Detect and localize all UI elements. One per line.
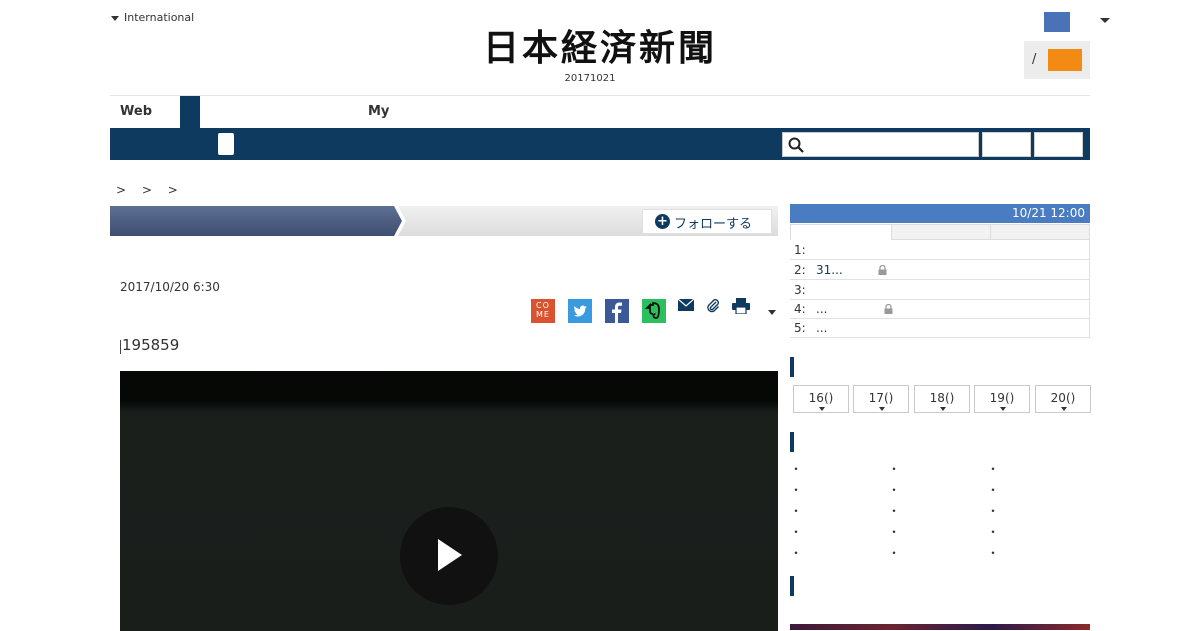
ranking-title[interactable]: ... [816, 321, 827, 335]
ranking-updated-time: 10/21 12:00 [1012, 206, 1085, 220]
lock-icon [884, 304, 893, 314]
register-button[interactable] [1048, 49, 1082, 71]
list-item[interactable]: ・ [888, 502, 900, 519]
ranking-title[interactable]: 31... [816, 263, 843, 277]
ranking-row[interactable]: 5: ... [790, 318, 1090, 338]
caret-down-icon [1000, 407, 1006, 411]
edition-date: 20171021 [564, 73, 616, 84]
ranking-number: 4: [794, 302, 806, 316]
come-icon[interactable]: COME [531, 299, 555, 323]
list-item[interactable]: ・ [790, 502, 802, 519]
clip-icon[interactable] [706, 298, 720, 314]
tab-active-indicator[interactable] [180, 96, 200, 128]
ranking-number: 5: [794, 321, 806, 335]
caret-down-icon [879, 407, 885, 411]
play-button[interactable] [400, 507, 498, 605]
section-header-bar [790, 357, 794, 377]
ranking-number: 3: [794, 283, 806, 297]
caret-down-icon [819, 407, 825, 411]
tab-my[interactable]: My [368, 104, 389, 119]
login-area: / [1024, 41, 1090, 79]
list-item[interactable]: ・ [987, 544, 999, 561]
list-item[interactable]: ・ [888, 460, 900, 477]
date-button[interactable]: 19() [974, 385, 1030, 413]
search-submit-button[interactable] [982, 132, 1031, 157]
section-header-bar [790, 432, 794, 452]
list-item[interactable]: ・ [888, 523, 900, 540]
ranking-row[interactable]: 4: ... [790, 299, 1090, 319]
advanced-search-button[interactable] [1034, 132, 1083, 157]
date-label: 16() [808, 391, 834, 405]
caret-down-icon [940, 407, 946, 411]
ranking-tab-2[interactable] [891, 224, 991, 240]
plus-circle-icon: + [655, 214, 670, 229]
nav-menu-button[interactable] [218, 133, 234, 155]
article-code: 195859 [120, 336, 179, 354]
nikkei-logo[interactable]: 日本経済新聞 [455, 28, 745, 68]
lock-icon [878, 265, 887, 275]
list-item[interactable]: ・ [888, 544, 900, 561]
list-item[interactable]: ・ [790, 481, 802, 498]
ranking-header: 10/21 12:00 [790, 204, 1090, 223]
list-item[interactable]: ・ [790, 460, 802, 477]
date-button[interactable]: 18() [914, 385, 970, 413]
caret-down-icon [1061, 407, 1067, 411]
tab-web[interactable]: Web [120, 104, 152, 119]
section-header-bar [790, 576, 794, 596]
search-input[interactable] [782, 132, 979, 157]
section-banner [110, 206, 402, 236]
breadcrumb[interactable]: > > > [116, 183, 184, 197]
ranking-tab-1[interactable] [790, 224, 892, 240]
mail-icon[interactable] [678, 298, 694, 312]
search-icon [788, 137, 804, 153]
header-divider [110, 95, 1090, 96]
list-item[interactable]: ・ [888, 481, 900, 498]
date-label: 20() [1050, 391, 1076, 405]
ranking-row[interactable]: 3: [790, 280, 1090, 300]
ranking-tabs [790, 224, 1090, 240]
ranking-number: 2: [794, 263, 806, 277]
evernote-icon[interactable] [642, 299, 666, 323]
ranking-title[interactable]: ... [816, 302, 827, 316]
ranking-row[interactable]: 2: 31... [790, 260, 1090, 280]
text-cursor-mark [120, 340, 121, 354]
list-item[interactable]: ・ [987, 523, 999, 540]
flag-button[interactable] [1044, 12, 1070, 32]
ranking-number: 1: [794, 243, 806, 257]
article-code-value: 195859 [122, 336, 180, 354]
more-caret-icon[interactable] [768, 310, 776, 315]
list-item[interactable]: ・ [790, 544, 802, 561]
date-button[interactable]: 17() [853, 385, 909, 413]
video-player[interactable] [120, 371, 778, 631]
follow-button[interactable]: + フォローする [642, 209, 772, 234]
play-icon [438, 539, 462, 571]
list-item[interactable]: ・ [987, 460, 999, 477]
international-label: International [124, 11, 195, 24]
twitter-icon[interactable] [568, 299, 592, 323]
facebook-icon[interactable] [605, 299, 629, 323]
date-button[interactable]: 16() [793, 385, 849, 413]
ranking-tab-3[interactable] [990, 224, 1090, 240]
ranking-row[interactable]: 1: [790, 240, 1090, 260]
follow-button-label: フォローする [674, 217, 753, 232]
print-icon[interactable] [732, 298, 750, 314]
date-label: 19() [989, 391, 1015, 405]
account-menu-caret-icon[interactable] [1100, 18, 1110, 23]
come-label: COME [536, 301, 550, 319]
date-button[interactable]: 20() [1035, 385, 1091, 413]
caret-down-icon [111, 15, 119, 21]
date-label: 18() [929, 391, 955, 405]
list-item[interactable]: ・ [987, 502, 999, 519]
international-link[interactable]: International [111, 11, 194, 24]
article-datetime: 2017/10/20 6:30 [120, 280, 220, 294]
list-item[interactable]: ・ [987, 481, 999, 498]
promo-image[interactable] [790, 624, 1090, 630]
login-separator: / [1032, 52, 1037, 67]
list-item[interactable]: ・ [790, 523, 802, 540]
date-label: 17() [868, 391, 894, 405]
